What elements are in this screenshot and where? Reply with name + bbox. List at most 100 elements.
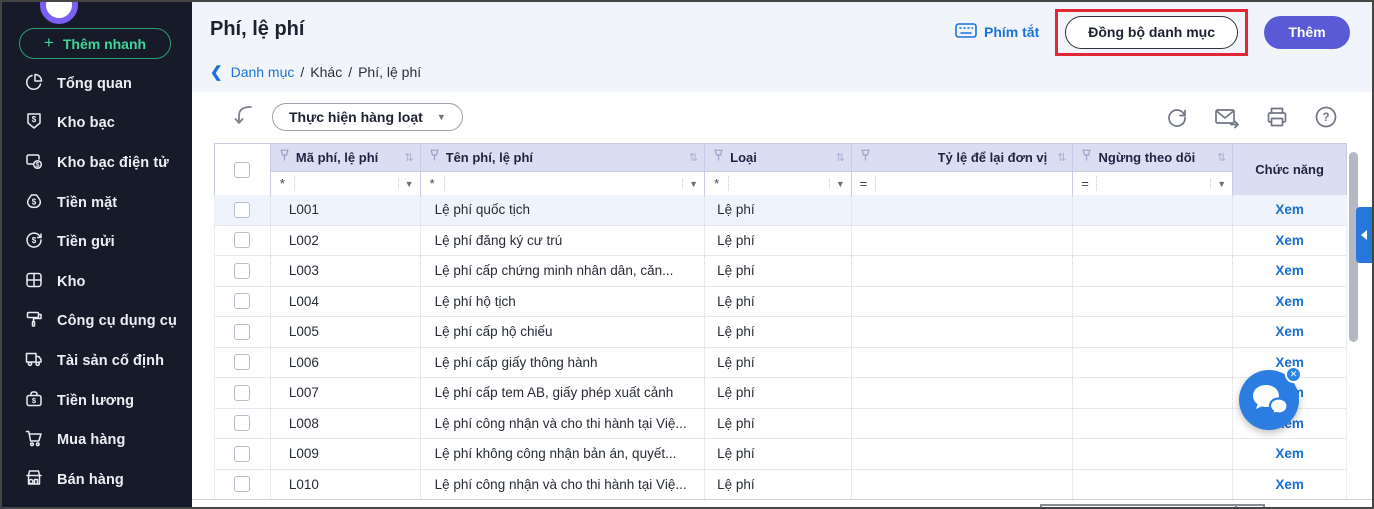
red-highlight-box: Đồng bộ danh mục [1055, 9, 1248, 56]
row-checkbox[interactable] [234, 446, 250, 462]
partial-dropdown-cutoff[interactable] [1040, 504, 1265, 509]
sort-icon[interactable]: ⇅ [404, 151, 413, 164]
e-treasury-icon: $ [24, 151, 44, 175]
column-header-code[interactable]: Mã phí, lệ phí⇅ [271, 144, 420, 171]
cell-type: Lệ phí [705, 317, 852, 347]
filter-dropdown-icon[interactable]: ▼ [682, 179, 704, 189]
row-checkbox[interactable] [234, 202, 250, 218]
row-checkbox[interactable] [234, 232, 250, 248]
filter-input[interactable] [1097, 172, 1210, 195]
table-row[interactable]: L005Lệ phí cấp hộ chiếuLệ phíXem [214, 317, 1347, 348]
quick-add-button[interactable]: + Thêm nhanh [19, 28, 171, 59]
sidebar-item-2[interactable]: $Kho bạc [2, 104, 192, 144]
view-link[interactable]: Xem [1275, 446, 1304, 461]
filter-operator[interactable]: * [421, 176, 445, 191]
column-header-rate[interactable]: Tỷ lệ để lại đơn vị⇅ [852, 144, 1073, 171]
refresh-icon[interactable] [1165, 105, 1189, 129]
row-checkbox[interactable] [234, 476, 250, 492]
filter-operator[interactable]: * [705, 176, 729, 191]
cell-name: Lệ phí cấp chứng minh nhân dân, căn... [421, 256, 705, 286]
view-link[interactable]: Xem [1275, 233, 1304, 248]
sidebar-item-1[interactable]: Tổng quan [2, 64, 192, 104]
sort-icon[interactable]: ⇅ [1217, 151, 1226, 164]
sidebar-item-3[interactable]: $Kho bạc điện tử [2, 143, 192, 183]
filter-input[interactable] [445, 172, 683, 195]
print-icon[interactable] [1265, 105, 1289, 129]
cell-action: Xem [1233, 470, 1346, 500]
table-row[interactable]: L006Lệ phí cấp giấy thông hànhLệ phíXem [214, 348, 1347, 379]
row-checkbox[interactable] [234, 354, 250, 370]
filter-operator[interactable]: = [852, 176, 876, 191]
sort-icon[interactable]: ⇅ [836, 151, 845, 164]
view-link[interactable]: Xem [1275, 324, 1304, 339]
row-checkbox[interactable] [234, 324, 250, 340]
row-select-cell [215, 317, 271, 347]
sort-icon[interactable]: ⇅ [689, 151, 698, 164]
view-link[interactable]: Xem [1275, 294, 1304, 309]
app-logo[interactable] [40, 2, 78, 24]
filter-input[interactable] [295, 172, 398, 195]
filter-dropdown-icon[interactable]: ▼ [1210, 179, 1232, 189]
help-icon[interactable]: ? [1314, 105, 1338, 129]
sidebar-item-9[interactable]: $Tiền lương [2, 381, 192, 421]
keyboard-icon [955, 23, 977, 41]
column-header-action: Chức năng [1233, 144, 1346, 195]
table-header: Mã phí, lệ phí⇅*▼Tên phí, lệ phí⇅*▼Loại⇅… [214, 143, 1347, 195]
row-checkbox[interactable] [234, 293, 250, 309]
table-row[interactable]: L007Lệ phí cấp tem AB, giấy phép xuất cả… [214, 378, 1347, 409]
filter-input[interactable] [729, 172, 829, 195]
cell-rate [852, 287, 1074, 317]
cell-stop [1073, 470, 1233, 500]
sidebar-item-5[interactable]: $Tiền gửi [2, 222, 192, 262]
table-row[interactable]: L002Lệ phí đăng ký cư trúLệ phíXem [214, 226, 1347, 257]
filter-dropdown-icon[interactable]: ▼ [398, 179, 420, 189]
bulk-action-label: Thực hiện hàng loạt [289, 109, 423, 125]
collapse-panel-tab[interactable] [1356, 207, 1372, 263]
breadcrumb-root[interactable]: Danh mục [231, 64, 295, 80]
view-link[interactable]: Xem [1275, 477, 1304, 492]
table-row[interactable]: L009Lệ phí không công nhận bản án, quyết… [214, 439, 1347, 470]
close-icon[interactable]: ✕ [1285, 366, 1302, 383]
add-button[interactable]: Thêm [1264, 16, 1350, 49]
sidebar-item-10[interactable]: Mua hàng [2, 420, 192, 460]
sync-categories-button[interactable]: Đồng bộ danh mục [1065, 16, 1238, 49]
sidebar-item-6[interactable]: Kho [2, 262, 192, 302]
sidebar-item-7[interactable]: Công cụ dụng cụ [2, 302, 192, 342]
table-row[interactable]: L008Lệ phí công nhận và cho thi hành tại… [214, 409, 1347, 440]
row-checkbox[interactable] [234, 385, 250, 401]
filter-operator[interactable]: * [271, 176, 295, 191]
table-row[interactable]: L004Lệ phí hộ tịchLệ phíXem [214, 287, 1347, 318]
pin-icon[interactable] [860, 149, 871, 167]
column-header-stop[interactable]: Ngừng theo dõi⇅ [1073, 144, 1232, 171]
table-row[interactable]: L001Lệ phí quốc tịchLệ phíXem [214, 195, 1347, 226]
shortcuts-link[interactable]: Phím tắt [955, 23, 1039, 41]
pin-icon[interactable] [1081, 149, 1092, 167]
bulk-action-dropdown[interactable]: Thực hiện hàng loạt ▼ [272, 103, 463, 131]
pin-icon[interactable] [279, 149, 290, 167]
chevron-left-icon[interactable]: ❮ [210, 63, 223, 81]
pin-icon[interactable] [429, 149, 440, 167]
row-select-cell [215, 348, 271, 378]
table-bottom-border [192, 499, 1372, 500]
table-row[interactable]: L010Lệ phí công nhận và cho thi hành tại… [214, 470, 1347, 501]
sidebar-item-8[interactable]: Tài sản cố định [2, 341, 192, 381]
sort-descending-icon[interactable] [232, 102, 254, 133]
sidebar-item-11[interactable]: Bán hàng [2, 460, 192, 500]
view-link[interactable]: Xem [1275, 263, 1304, 278]
pin-icon[interactable] [713, 149, 724, 167]
select-all-checkbox[interactable] [234, 162, 250, 178]
chat-support-button[interactable]: ✕ [1239, 370, 1299, 430]
filter-operator[interactable]: = [1073, 176, 1097, 191]
row-checkbox[interactable] [234, 415, 250, 431]
cell-code: L003 [271, 256, 421, 286]
mail-export-icon[interactable] [1214, 105, 1240, 129]
sort-icon[interactable]: ⇅ [1057, 151, 1066, 164]
filter-dropdown-icon[interactable]: ▼ [829, 179, 851, 189]
column-header-name[interactable]: Tên phí, lệ phí⇅ [421, 144, 705, 171]
table-row[interactable]: L003Lệ phí cấp chứng minh nhân dân, căn.… [214, 256, 1347, 287]
sidebar-item-4[interactable]: $Tiền mặt [2, 183, 192, 223]
row-checkbox[interactable] [234, 263, 250, 279]
filter-input[interactable] [876, 172, 1073, 195]
column-header-type[interactable]: Loại⇅ [705, 144, 851, 171]
view-link[interactable]: Xem [1275, 202, 1304, 217]
